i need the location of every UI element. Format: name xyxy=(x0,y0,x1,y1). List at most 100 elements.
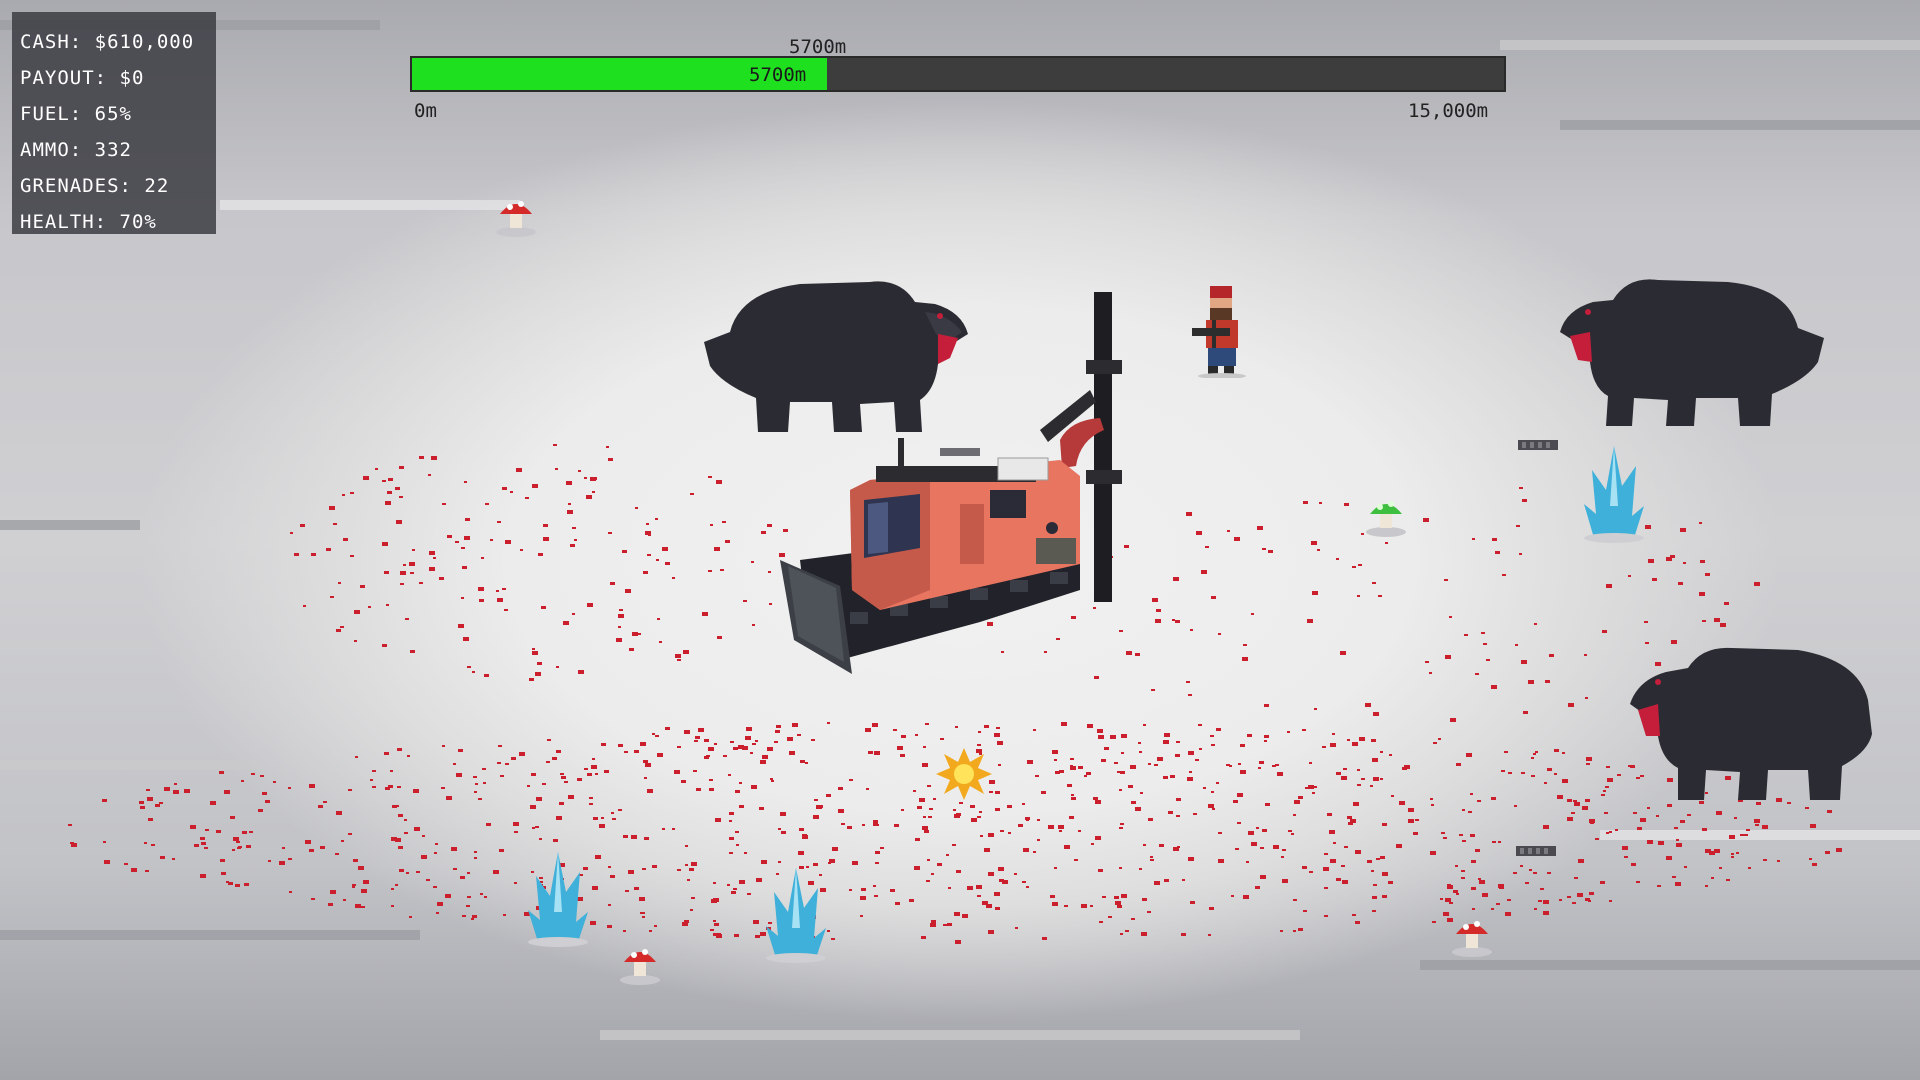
blood-drop xyxy=(955,940,961,944)
blood-drop xyxy=(1189,771,1192,773)
blood-drop xyxy=(1275,764,1279,766)
blood-drop xyxy=(771,780,774,782)
blood-drop xyxy=(813,815,819,819)
depth-max-label: 15,000m xyxy=(1408,100,1489,122)
blood-drop xyxy=(1198,724,1202,726)
red-mushroom-pickup[interactable] xyxy=(1450,914,1494,958)
blood-drop xyxy=(849,889,852,891)
blood-drop xyxy=(1482,893,1488,897)
blood-drop xyxy=(309,849,314,852)
blood-drop xyxy=(599,824,605,828)
blood-drop xyxy=(924,830,929,833)
blood-drop xyxy=(860,915,863,917)
blood-drop xyxy=(442,745,445,747)
blood-drop xyxy=(1119,867,1122,869)
drill-rig-vehicle[interactable] xyxy=(780,290,1140,680)
stats-panel: CASH: $610,000 PAYOUT: $0 FUEL: 65% AMMO… xyxy=(12,12,216,234)
polar-bear-enemy[interactable] xyxy=(1556,270,1828,432)
blood-drop xyxy=(895,902,900,905)
blood-drop xyxy=(1091,843,1094,845)
blood-drop xyxy=(1131,918,1135,920)
blood-drop xyxy=(690,493,694,495)
blood-drop xyxy=(1438,738,1441,740)
blood-drop xyxy=(221,872,226,875)
blood-drop xyxy=(1674,827,1678,829)
blood-drop xyxy=(200,837,205,840)
blood-drop xyxy=(827,722,830,724)
blood-drop xyxy=(525,497,529,499)
blood-drop xyxy=(1280,930,1283,932)
ice-crystal-pickup[interactable] xyxy=(764,868,828,964)
blood-drop xyxy=(929,808,933,810)
blood-drop xyxy=(1120,933,1123,935)
blood-drop xyxy=(685,845,688,847)
blood-drop xyxy=(672,828,675,830)
blood-drop xyxy=(441,787,445,789)
blood-drop xyxy=(224,790,230,794)
blood-drop xyxy=(1582,806,1588,810)
blood-drop xyxy=(901,809,904,811)
blood-drop xyxy=(1585,799,1590,802)
blood-drop xyxy=(778,861,781,863)
blood-drop xyxy=(1054,759,1057,761)
red-mushroom-pickup[interactable] xyxy=(494,194,538,238)
blood-drop xyxy=(644,777,647,779)
ice-crystal-pickup[interactable] xyxy=(1582,446,1646,544)
blood-drop xyxy=(996,727,1000,729)
blood-drop xyxy=(1726,879,1730,881)
blood-drop xyxy=(683,650,689,654)
player-miner[interactable] xyxy=(1192,286,1252,378)
blood-drop xyxy=(410,650,415,653)
blood-drop xyxy=(1573,800,1577,802)
blood-drop xyxy=(1647,840,1653,844)
blood-drop xyxy=(1059,770,1064,773)
blood-drop xyxy=(237,847,241,849)
blood-drop xyxy=(752,624,755,626)
blood-drop xyxy=(1281,856,1284,858)
blood-drop xyxy=(874,751,880,755)
blood-drop xyxy=(618,626,621,628)
blood-drop xyxy=(535,672,541,676)
blood-drop xyxy=(1365,703,1371,707)
blood-drop xyxy=(428,474,431,476)
blood-drop xyxy=(412,549,415,551)
blood-drop xyxy=(1496,903,1500,905)
blood-drop xyxy=(1731,856,1734,858)
blood-drop xyxy=(1609,900,1612,902)
blood-drop xyxy=(1357,769,1360,771)
blood-drop xyxy=(543,537,549,541)
blood-drop xyxy=(1533,872,1537,874)
blood-drop xyxy=(1549,654,1554,657)
blood-drop xyxy=(1108,916,1112,918)
blood-drop xyxy=(1090,905,1093,907)
blood-drop xyxy=(445,894,451,898)
blood-drop xyxy=(1324,853,1328,855)
blood-drop xyxy=(474,851,477,853)
blood-drop xyxy=(607,925,612,928)
polar-bear-enemy[interactable] xyxy=(1622,640,1872,802)
blood-drop xyxy=(1705,849,1711,853)
blood-drop xyxy=(1329,830,1335,834)
blood-drop xyxy=(279,861,285,865)
blood-drop xyxy=(1504,751,1508,753)
green-mushroom-pickup[interactable] xyxy=(1364,494,1408,538)
blood-drop xyxy=(429,551,435,555)
blood-drop xyxy=(921,936,926,939)
blood-drop xyxy=(1007,805,1012,808)
blood-drop xyxy=(1243,895,1249,899)
red-mushroom-pickup[interactable] xyxy=(618,942,662,986)
blood-drop xyxy=(1155,619,1161,623)
blood-drop xyxy=(1472,908,1475,910)
blood-drop xyxy=(572,613,575,615)
blood-drop xyxy=(1311,541,1317,545)
blood-drop xyxy=(1475,673,1479,675)
blood-drop xyxy=(1302,866,1307,869)
ammo-clip-pickup[interactable] xyxy=(1516,844,1556,858)
blood-drop xyxy=(1190,629,1193,631)
blood-drop xyxy=(1371,870,1374,872)
blood-drop xyxy=(956,870,961,873)
ice-crystal-pickup[interactable] xyxy=(526,852,590,948)
ammo-clip-pickup[interactable] xyxy=(1518,438,1558,452)
blood-drop xyxy=(959,802,963,804)
blood-drop xyxy=(1357,595,1360,597)
